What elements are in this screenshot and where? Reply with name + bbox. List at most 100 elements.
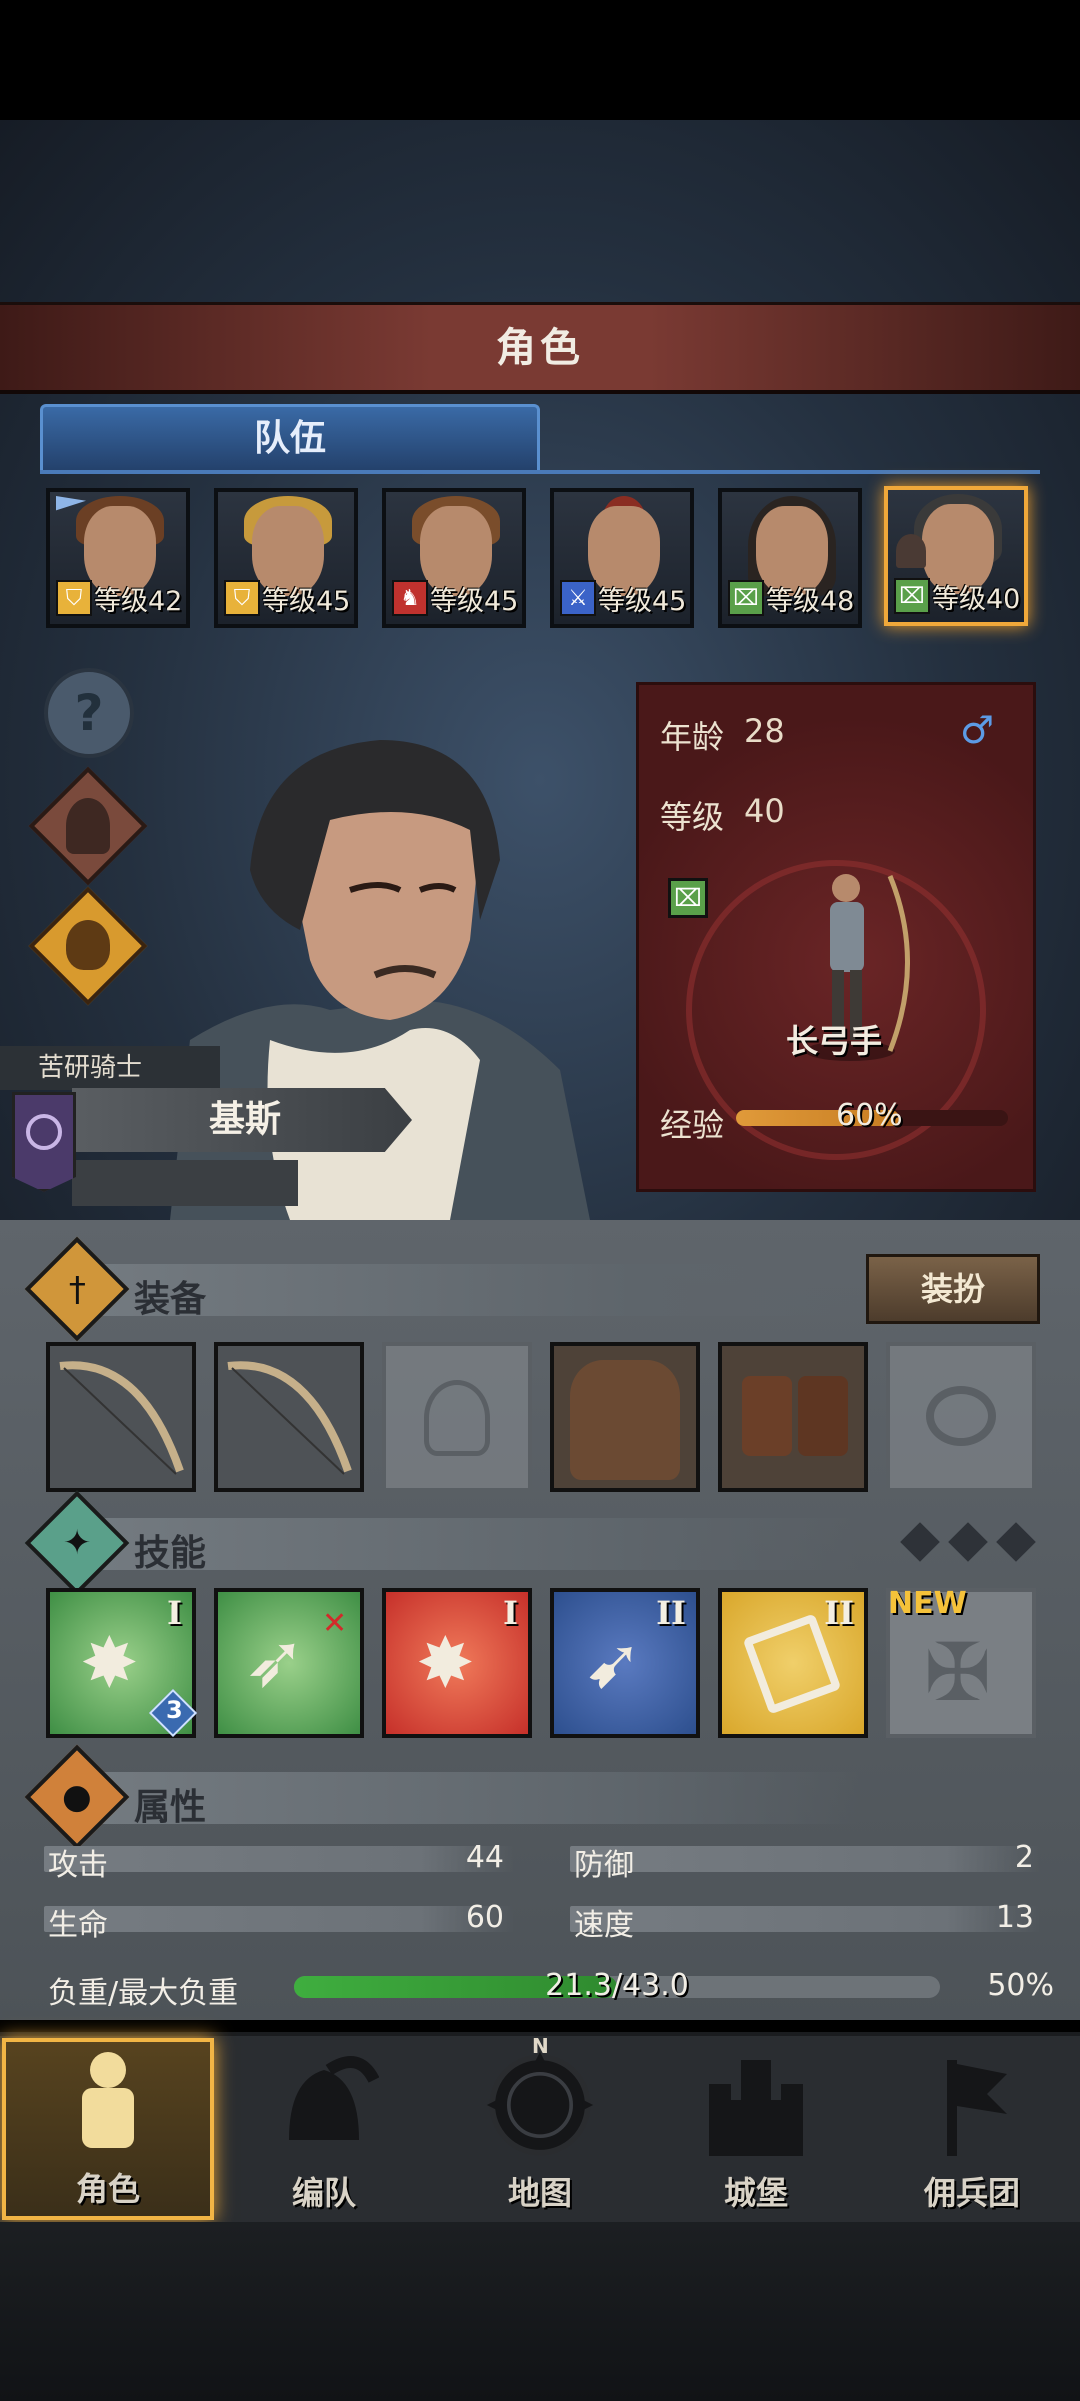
helmet-icon	[424, 1380, 490, 1456]
class-name: 长弓手	[786, 1022, 883, 1060]
equip-slot-weapon-main[interactable]	[46, 1342, 196, 1492]
level-label-text: 等级	[660, 798, 725, 836]
speed-value: 13	[995, 1900, 1034, 1935]
sword-icon: ⚔	[560, 580, 596, 616]
level-label: 等级45	[262, 586, 351, 617]
level-label: 等级45	[430, 586, 519, 617]
new-badge: NEW	[888, 1586, 967, 1621]
horse-icon: ♞	[392, 580, 428, 616]
attributes-title: 属性	[134, 1787, 207, 1828]
load-value: 21.3/43.0	[545, 1968, 689, 2003]
equip-slot-ring[interactable]	[886, 1342, 1036, 1492]
burst-sword-icon: ✸	[80, 1622, 139, 1704]
disarm-rabbit-icon: ➶	[244, 1618, 307, 1704]
equip-slot-weapon-off[interactable]	[214, 1342, 364, 1492]
dagger-icon: †	[68, 1269, 86, 1309]
character-title: 苦研骑士	[0, 1046, 220, 1090]
armor-icon	[570, 1360, 680, 1480]
level-label: 等级40	[932, 584, 1021, 615]
bow-class-icon: ⌧	[668, 878, 708, 918]
skill-slot-1[interactable]: ✸ I 3	[46, 1588, 198, 1738]
compass-map-icon	[485, 2050, 595, 2160]
nav-map[interactable]: N 地图	[434, 2034, 646, 2220]
eagle-icon: ➹	[584, 1622, 643, 1704]
party-member-1[interactable]: ⛉ 等级42	[46, 488, 190, 628]
compass-north: N	[532, 2034, 549, 2058]
nav-castle[interactable]: 城堡	[650, 2038, 862, 2220]
cross-mark-icon: ✕	[322, 1606, 348, 1641]
ring-icon	[926, 1386, 996, 1446]
party-member-4[interactable]: ⚔ 等级45	[550, 488, 694, 628]
equipment-title: 装备	[134, 1279, 207, 1320]
boots-icon-right	[798, 1376, 848, 1456]
party-member-5[interactable]: ⌧ 等级48	[718, 488, 862, 628]
party-member-2[interactable]: ⛉ 等级45	[214, 488, 358, 628]
bow-icon: ⌧	[728, 580, 764, 616]
nav-label: 地图	[507, 2174, 572, 2212]
star-icon: ✦	[62, 1523, 92, 1563]
skills-title: 技能	[134, 1533, 207, 1574]
status-bar-area	[0, 0, 1080, 120]
party-member-3[interactable]: ♞ 等级45	[382, 488, 526, 628]
equipment-header-strip	[100, 1264, 860, 1316]
equip-slot-armor[interactable]	[550, 1342, 700, 1492]
boots-icon	[742, 1376, 792, 1456]
age-label: 年龄	[660, 718, 725, 756]
hooded-figure-icon	[896, 534, 926, 568]
burst-arrow-icon: ✸	[416, 1622, 475, 1704]
question-icon: ?	[74, 684, 104, 742]
skill-slot-3[interactable]: ✸ I	[382, 1588, 532, 1738]
bow-icon: ⌧	[894, 578, 930, 614]
load-percent: 50%	[987, 1968, 1054, 2003]
load-label: 负重/最大负重	[48, 1976, 239, 2011]
skill-slot-2[interactable]: ➶ ✕	[214, 1588, 364, 1738]
cross-emblem-icon: ✠	[924, 1626, 992, 1719]
potion-icon	[66, 920, 110, 970]
page-title: 角色	[496, 325, 584, 371]
party-member-6-selected[interactable]: ⌧ 等级40	[884, 486, 1028, 626]
attack-value: 44	[465, 1840, 504, 1875]
exp-label: 经验	[660, 1106, 725, 1144]
hp-label: 生命	[48, 1908, 108, 1943]
character-name: 基斯	[208, 1099, 281, 1140]
nav-label: 角色	[75, 2170, 140, 2208]
level-label: 等级45	[598, 586, 687, 617]
skills-header-strip	[100, 1518, 860, 1570]
hooded-figure-icon	[66, 798, 110, 854]
level-label: 等级48	[766, 586, 855, 617]
skill-slot-4[interactable]: ➹ II	[550, 1588, 700, 1738]
attributes-header-strip	[100, 1772, 860, 1824]
system-nav-area	[0, 2222, 1080, 2401]
age-value: 28	[744, 712, 785, 750]
equip-slot-boots[interactable]	[718, 1342, 868, 1492]
dress-up-button[interactable]: 装扮	[866, 1254, 1040, 1324]
nav-character[interactable]: 角色	[2, 2038, 214, 2220]
banner-fist-icon	[917, 2050, 1027, 2160]
level-value: 40	[744, 792, 785, 830]
knight-icon	[53, 2046, 163, 2156]
tab-team[interactable]: 队伍	[40, 404, 540, 472]
skill-rank: II	[824, 1594, 854, 1632]
castle-icon	[701, 2050, 811, 2160]
name-sub-banner	[72, 1160, 298, 1206]
attack-label: 攻击	[48, 1848, 108, 1883]
exp-percent: 60%	[836, 1098, 903, 1133]
help-button[interactable]: ?	[44, 668, 134, 758]
nav-formation[interactable]: 编队	[218, 2038, 430, 2220]
nav-mercenary[interactable]: 佣兵团	[866, 2038, 1078, 2220]
helmet-crest-icon	[269, 2050, 379, 2160]
eye-sigil-icon	[26, 1114, 62, 1150]
skill-slot-5[interactable]: II	[718, 1588, 868, 1738]
skill-rank: II	[656, 1594, 686, 1632]
defense-label: 防御	[574, 1848, 634, 1883]
shield-icon: ⛉	[56, 580, 92, 616]
tab-underline	[40, 470, 1040, 474]
nav-label: 城堡	[723, 2174, 788, 2212]
hp-value: 60	[465, 1900, 504, 1935]
defense-value: 2	[1014, 1840, 1034, 1875]
nav-label: 佣兵团	[923, 2174, 1020, 2212]
equip-slot-helmet[interactable]	[382, 1342, 532, 1492]
level-label: 等级42	[94, 586, 183, 617]
skill-rank: I	[503, 1594, 518, 1632]
male-icon: ♂	[960, 708, 995, 752]
